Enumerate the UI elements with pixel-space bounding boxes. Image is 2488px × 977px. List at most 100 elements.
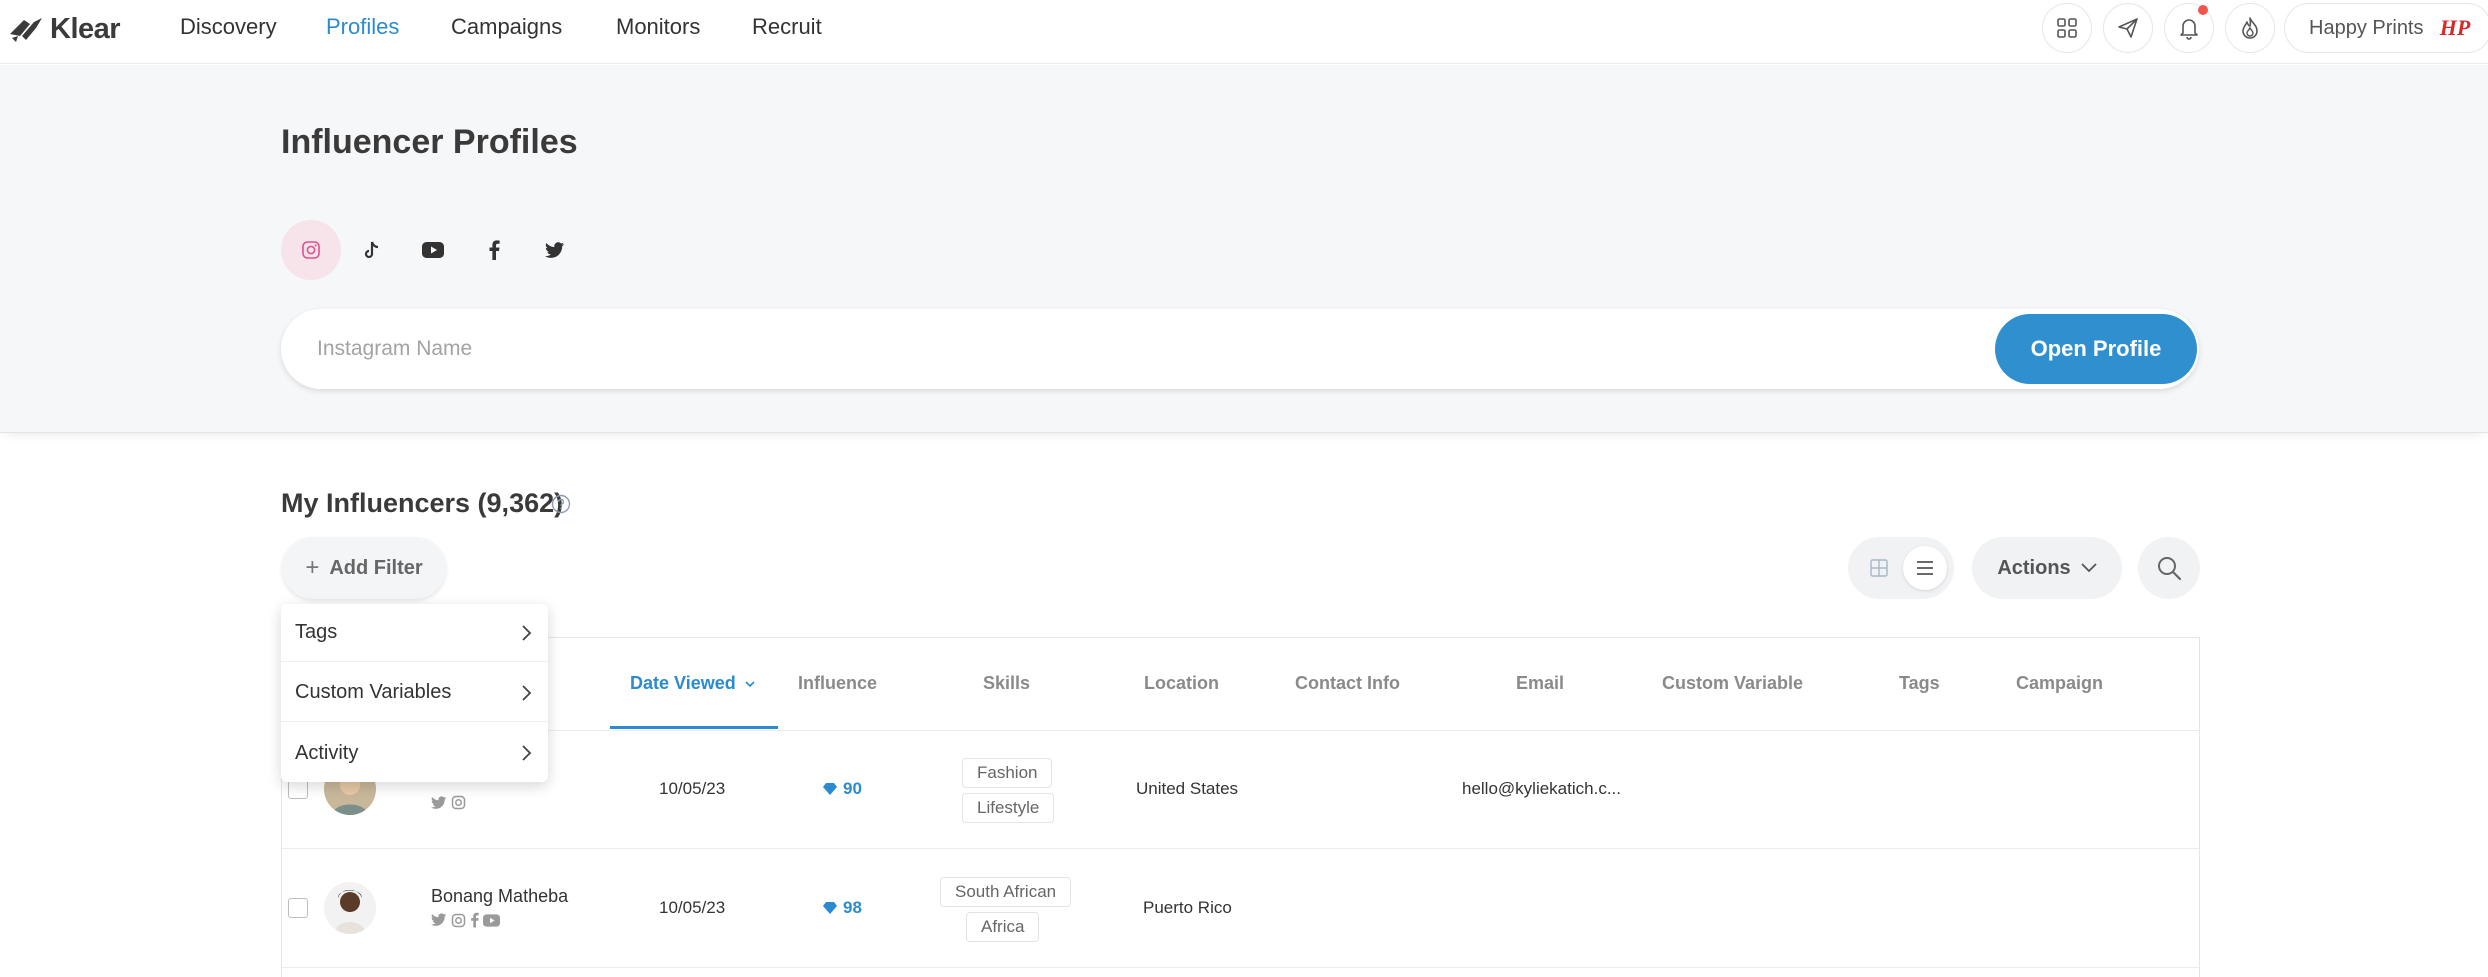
skill-tag: Fashion: [962, 758, 1053, 788]
apps-grid-icon: [2057, 18, 2077, 38]
influencers-table: Date Viewed Influence Skills Location Co…: [281, 637, 2200, 977]
platform-tab-facebook[interactable]: [464, 220, 524, 280]
nav-recruit[interactable]: Recruit: [752, 14, 822, 40]
location: United States: [1136, 779, 1239, 798]
platform-tab-instagram[interactable]: [281, 220, 341, 280]
chevron-right-icon: [522, 625, 532, 641]
my-influencers-title: My Influencers (9,362): [281, 488, 564, 518]
actions-dropdown[interactable]: Actions: [1972, 537, 2122, 599]
apps-grid-button[interactable]: [2042, 3, 2092, 53]
date-viewed: 10/05/23: [659, 779, 726, 798]
platform-tab-tiktok[interactable]: [342, 220, 402, 280]
column-skills[interactable]: Skills: [983, 673, 1030, 694]
twitter-icon[interactable]: [431, 795, 447, 810]
influencer-socials: [431, 912, 500, 928]
platform-tab-youtube[interactable]: [403, 220, 463, 280]
list-view-button[interactable]: [1903, 546, 1947, 590]
sort-chevron-icon: [745, 681, 755, 688]
add-filter-menu: Tags Custom Variables Activity: [281, 604, 548, 782]
influence-score: 90: [823, 779, 862, 799]
profile-lookup-panel: Influencer Profiles Open Profile: [0, 65, 2488, 433]
instagram-icon[interactable]: [451, 913, 466, 928]
filter-menu-tags[interactable]: Tags: [281, 604, 548, 662]
twitter-icon[interactable]: [431, 913, 447, 927]
row-checkbox[interactable]: [288, 898, 308, 918]
search-influencers-button[interactable]: [2138, 537, 2200, 599]
list-view-icon: [1917, 561, 1933, 575]
column-location[interactable]: Location: [1144, 673, 1219, 694]
grid-view-icon: [1870, 559, 1888, 577]
plus-icon: +: [305, 554, 320, 581]
platform-tab-twitter[interactable]: [525, 220, 585, 280]
nav-monitors[interactable]: Monitors: [616, 14, 700, 40]
influence-value: 98: [843, 898, 862, 917]
profile-search-box: Open Profile: [281, 309, 2199, 389]
column-contact-info[interactable]: Contact Info: [1295, 673, 1400, 694]
skill-tag: South African: [940, 877, 1072, 907]
send-icon: [2118, 18, 2138, 38]
chevron-down-icon: [2081, 563, 2097, 573]
skill-tag: Lifestyle: [962, 793, 1055, 823]
column-custom-variable[interactable]: Custom Variable: [1662, 673, 1803, 694]
column-tags[interactable]: Tags: [1899, 673, 1940, 694]
filter-menu-tags-label: Tags: [295, 621, 338, 643]
account-logo: HP: [2435, 8, 2475, 48]
youtube-icon[interactable]: [483, 913, 500, 927]
nav-profiles[interactable]: Profiles: [326, 14, 399, 40]
view-toggle: [1848, 537, 1954, 599]
account-name: Happy Prints: [2309, 16, 2424, 39]
chevron-right-icon: [522, 745, 532, 761]
instagram-name-input[interactable]: [317, 309, 1917, 389]
chevron-right-icon: [522, 685, 532, 701]
column-campaign[interactable]: Campaign: [2016, 673, 2103, 694]
diamond-icon: [823, 783, 837, 795]
flame-icon: [2242, 17, 2258, 39]
instagram-icon: [302, 241, 320, 259]
instagram-icon[interactable]: [451, 795, 466, 810]
avatar[interactable]: [324, 882, 376, 934]
influencer-name[interactable]: Bonang Matheba: [431, 886, 568, 907]
nav-campaigns[interactable]: Campaigns: [451, 14, 562, 40]
trending-button[interactable]: [2225, 3, 2275, 53]
influence-score: 98: [823, 898, 862, 918]
twitter-icon: [545, 241, 565, 258]
bell-icon: [2180, 19, 2198, 40]
page-title: Influencer Profiles: [281, 123, 578, 161]
sorted-column-indicator: [610, 726, 778, 729]
account-switcher[interactable]: Happy Prints HP: [2284, 3, 2488, 53]
grid-view-button[interactable]: [1857, 546, 1901, 590]
filter-menu-activity[interactable]: Activity: [281, 724, 548, 782]
column-email[interactable]: Email: [1516, 673, 1564, 694]
search-icon: [2158, 557, 2182, 581]
facebook-icon: [489, 240, 500, 260]
location: Puerto Rico: [1143, 898, 1232, 917]
help-icon[interactable]: [551, 494, 571, 514]
facebook-icon[interactable]: [470, 912, 479, 928]
youtube-icon: [422, 242, 444, 258]
filter-menu-custom-variables-label: Custom Variables: [295, 681, 452, 703]
filter-menu-custom-variables[interactable]: Custom Variables: [281, 664, 548, 722]
avatar-photo: [324, 882, 376, 934]
column-date-viewed[interactable]: Date Viewed: [630, 673, 755, 694]
add-filter-label: Add Filter: [329, 556, 423, 579]
add-filter-button[interactable]: + Add Filter: [282, 537, 446, 599]
open-profile-button[interactable]: Open Profile: [1995, 314, 2197, 384]
column-influence[interactable]: Influence: [798, 673, 877, 694]
actions-label: Actions: [1997, 556, 2071, 579]
filter-menu-activity-label: Activity: [295, 741, 359, 764]
notifications-button[interactable]: [2164, 3, 2214, 53]
nav-discovery[interactable]: Discovery: [180, 14, 277, 40]
table-row[interactable]: Bonang Matheba 10/05/23 98 South African…: [282, 850, 2199, 968]
diamond-icon: [823, 902, 837, 914]
table-row[interactable]: 10/05/23 90 Fashion Lifestyle United Sta…: [282, 731, 2199, 849]
column-date-viewed-label: Date Viewed: [630, 673, 736, 693]
top-navbar: Klear Discovery Profiles Campaigns Monit…: [0, 0, 2488, 64]
messages-button[interactable]: [2103, 3, 2153, 53]
tiktok-icon: [364, 241, 379, 259]
row-checkbox[interactable]: [288, 779, 308, 799]
date-viewed: 10/05/23: [659, 898, 726, 917]
email[interactable]: hello@kyliekatich.c...: [1462, 779, 1621, 799]
klear-logo[interactable]: Klear: [8, 9, 121, 49]
influence-value: 90: [843, 779, 862, 798]
influencer-socials: [431, 795, 466, 810]
